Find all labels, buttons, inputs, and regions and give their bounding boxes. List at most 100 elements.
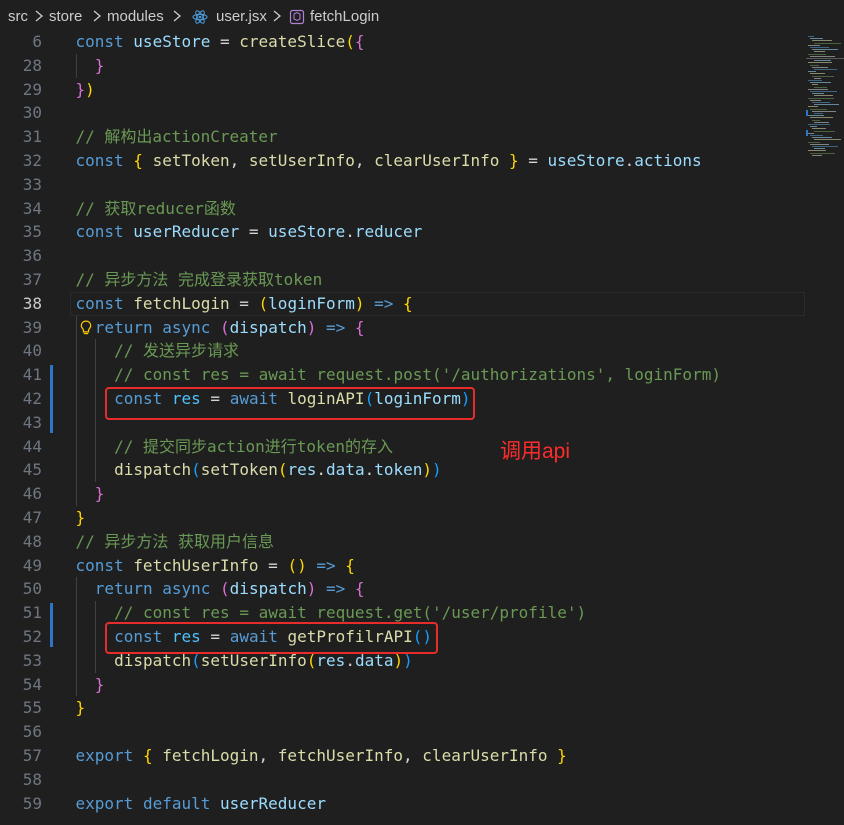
minimap-line <box>810 143 829 145</box>
minimap-line <box>810 82 831 84</box>
indent-guide <box>76 672 77 697</box>
code-line[interactable]: 30 <box>0 101 806 125</box>
code-line[interactable]: 46} <box>0 482 806 506</box>
code-text: const fetchUserInfo = () => { <box>76 554 355 578</box>
line-number: 47 <box>22 508 42 527</box>
minimap[interactable] <box>806 30 844 825</box>
code-line[interactable]: 41 // const res = await request.post('/au… <box>0 363 806 387</box>
code-token: { <box>345 555 355 575</box>
breadcrumb-src[interactable]: src <box>8 8 28 25</box>
minimap-line <box>808 124 830 125</box>
code-line[interactable]: 55} <box>0 696 806 720</box>
breadcrumb-file[interactable]: user.jsx <box>216 8 267 25</box>
code-token: // const res = await request.get('/user/… <box>114 603 587 623</box>
indent-guide <box>76 363 77 387</box>
chevron-right-icon <box>93 10 102 22</box>
code-line[interactable]: 57 export { fetchLogin, fetchUserInfo, cl… <box>0 744 806 768</box>
indent-guide <box>76 625 77 649</box>
minimap-line <box>810 152 835 154</box>
code-token: res <box>287 460 317 480</box>
code-token: { <box>354 317 365 337</box>
code-token: ) <box>306 317 317 337</box>
indent-guide <box>76 53 77 78</box>
code-line[interactable]: 48 // 异步方法 获取用户信息 <box>0 530 806 554</box>
code-token: // 异步方法 获取用户信息 <box>75 531 275 551</box>
line-number: 38 <box>22 293 42 313</box>
code-token: dispatch <box>229 579 307 599</box>
indent-guide <box>95 387 97 411</box>
code-line[interactable]: 56 <box>0 720 806 744</box>
code-line[interactable]: 39 return async (dispatch) => { <box>0 315 806 340</box>
code-text: const { setToken, setUserInfo, clearUser… <box>76 149 702 173</box>
git-change-indicator[interactable] <box>50 365 53 433</box>
code-line[interactable]: 40 // 发送异步请求 <box>0 339 806 364</box>
minimap-line <box>810 73 825 75</box>
code-token: useStore <box>268 222 346 242</box>
line-number: 50 <box>22 579 42 599</box>
minimap-line <box>808 53 826 55</box>
function-cube-icon <box>289 9 305 25</box>
code-line[interactable]: 35 const userReducer = useStore.reducer <box>0 220 806 244</box>
line-number: 48 <box>22 531 42 551</box>
code-token: => <box>306 555 346 575</box>
line-number: 34 <box>22 198 42 218</box>
code-token: const <box>75 555 134 575</box>
code-token: ) <box>432 460 442 480</box>
code-line[interactable]: 54} <box>0 672 806 697</box>
code-line[interactable]: 50 return async (dispatch) => { <box>0 577 806 602</box>
line-number: 36 <box>22 246 42 266</box>
indent-guide <box>76 577 77 602</box>
code-line[interactable]: 29}) <box>0 78 806 102</box>
code-line[interactable]: 32 const { setToken, setUserInfo, clearUs… <box>0 149 806 173</box>
code-line[interactable]: 31 // 解构出actionCreater <box>0 125 806 149</box>
code-token: createSlice <box>239 32 346 51</box>
code-token: = <box>229 293 259 313</box>
code-line[interactable]: 45 dispatch(setToken(res.data.token)) <box>0 458 806 483</box>
code-token: = <box>210 32 240 51</box>
line-number: 37 <box>22 270 42 289</box>
code-line[interactable]: 34 // 获取reducer函数 <box>0 197 806 221</box>
code-token: ( <box>220 579 230 599</box>
code-token: setToken <box>152 151 230 170</box>
line-number: 42 <box>22 389 42 408</box>
breadcrumb-symbol[interactable]: fetchLogin <box>310 8 379 25</box>
code-token: const <box>75 222 134 242</box>
code-line[interactable]: 28} <box>0 53 806 78</box>
code-line[interactable]: 38 const fetchLogin = (loginForm) => { <box>0 292 806 316</box>
code-line[interactable]: 33 <box>0 173 806 197</box>
lightbulb-icon[interactable] <box>80 320 92 336</box>
code-line[interactable]: 58 <box>0 768 806 792</box>
minimap-line <box>812 40 832 42</box>
code-token: ) <box>85 79 95 99</box>
code-token: userReducer <box>220 793 326 813</box>
code-token: dispatch <box>229 317 307 337</box>
line-number: 39 <box>22 317 42 337</box>
code-line[interactable]: 47} <box>0 506 806 530</box>
code-token: userReducer <box>133 222 240 242</box>
git-change-indicator[interactable] <box>50 603 53 647</box>
minimap-line <box>808 36 814 37</box>
code-line[interactable]: 37 // 异步方法 完成登录获取token <box>0 268 806 292</box>
code-text: // 获取reducer函数 <box>76 197 236 221</box>
breadcrumb-modules[interactable]: modules <box>107 8 164 25</box>
code-line[interactable]: 44 // 提交同步action进行token的存入 <box>0 434 806 459</box>
breadcrumb-store[interactable]: store <box>49 8 82 25</box>
code-line[interactable]: 36 <box>0 244 806 268</box>
code-token: { <box>403 293 413 313</box>
code-text: } <box>95 482 105 506</box>
code-token: => <box>316 579 355 599</box>
code-line[interactable]: 59 export default userReducer <box>0 792 806 816</box>
minimap-line <box>810 108 827 110</box>
minimap-line <box>808 97 834 99</box>
code-line[interactable]: 6 const useStore = createSlice({ <box>0 30 806 54</box>
minimap-line <box>808 106 818 108</box>
minimap-change-marker <box>806 130 808 136</box>
minimap-line <box>808 80 822 81</box>
react-icon <box>192 10 208 24</box>
code-line[interactable]: 49 const fetchUserInfo = () => { <box>0 554 806 578</box>
code-token: ( <box>220 317 230 337</box>
code-editor[interactable]: 6 const useStore = createSlice({28} 29}) 30… <box>0 30 806 825</box>
code-token: async <box>162 579 221 599</box>
line-number: 35 <box>22 222 42 242</box>
line-number: 52 <box>22 627 42 646</box>
